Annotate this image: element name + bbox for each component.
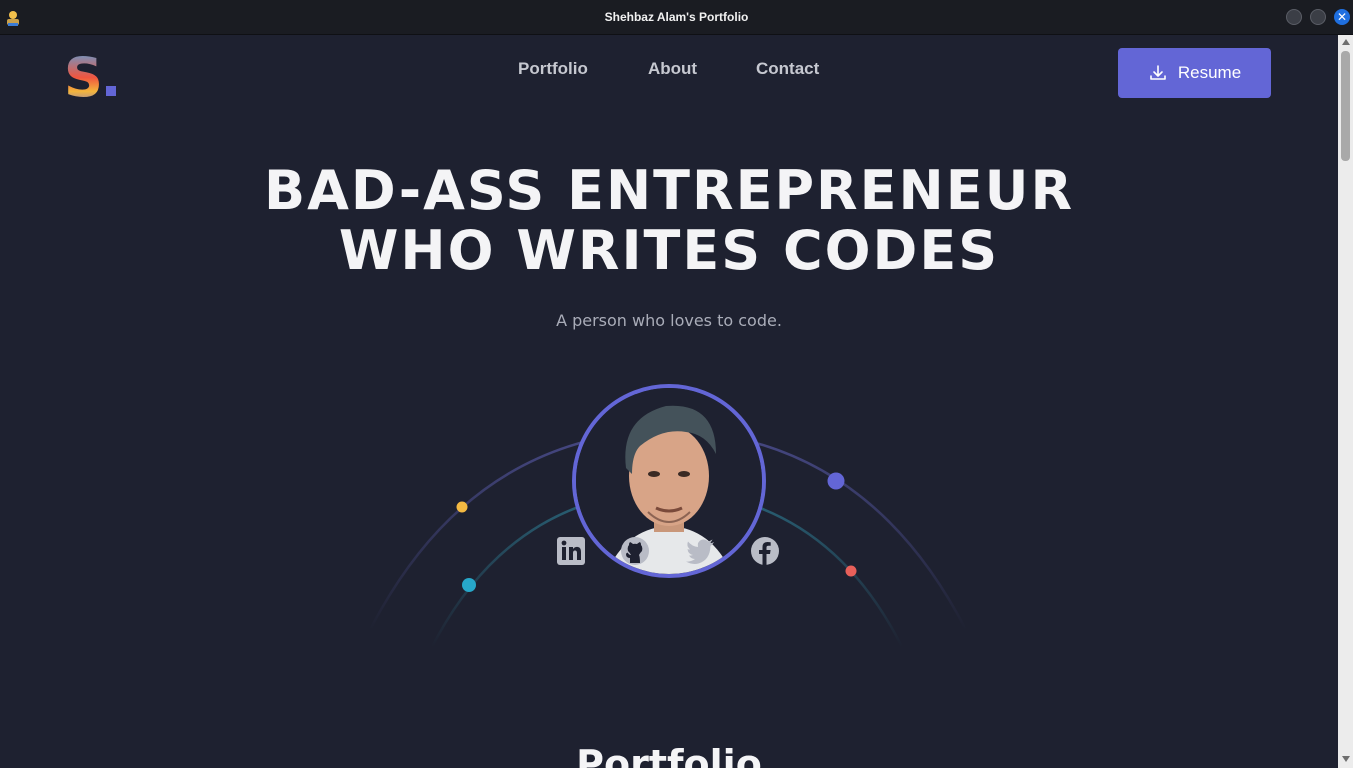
hero-title-line2: WHO WRITES CODES <box>338 219 1000 282</box>
profile-photo <box>576 388 762 574</box>
orbit-dot-purple <box>827 472 845 490</box>
minimize-button[interactable] <box>1286 9 1302 25</box>
nav-about[interactable]: About <box>648 59 697 79</box>
maximize-button[interactable] <box>1310 9 1326 25</box>
scrollbar-thumb[interactable] <box>1341 51 1350 161</box>
page-viewport: S Portfolio About Contact Resume BAD-ASS… <box>0 35 1338 768</box>
window-title: Shehbaz Alam's Portfolio <box>604 10 749 24</box>
section-heading-portfolio: Portfolio <box>576 742 762 768</box>
svg-text:S: S <box>64 48 103 100</box>
close-icon: ✕ <box>1336 10 1348 24</box>
site-logo[interactable]: S <box>64 48 120 100</box>
close-button[interactable]: ✕ <box>1334 9 1350 25</box>
nav-contact[interactable]: Contact <box>756 59 819 79</box>
hero-subtitle: A person who loves to code. <box>556 311 782 330</box>
orbit-dot-teal <box>462 578 476 592</box>
orbit-dot-orange <box>456 501 468 513</box>
resume-label: Resume <box>1177 63 1242 82</box>
twitter-icon[interactable] <box>684 535 716 567</box>
github-icon[interactable] <box>619 535 651 567</box>
nav-portfolio[interactable]: Portfolio <box>518 59 588 79</box>
profile-avatar <box>572 384 766 578</box>
resume-button[interactable]: Resume <box>1118 48 1271 98</box>
vertical-scrollbar[interactable] <box>1338 35 1353 768</box>
scroll-down-icon[interactable] <box>1342 756 1350 762</box>
download-icon <box>1150 65 1166 80</box>
window-titlebar: Shehbaz Alam's Portfolio ✕ <box>0 0 1353 35</box>
scroll-up-icon[interactable] <box>1342 39 1350 45</box>
linkedin-icon[interactable] <box>555 535 587 567</box>
hero-title-line1: BAD-ASS ENTREPRENEUR <box>263 159 1075 222</box>
orbit-dot-red <box>845 565 857 577</box>
facebook-icon[interactable] <box>749 535 781 567</box>
